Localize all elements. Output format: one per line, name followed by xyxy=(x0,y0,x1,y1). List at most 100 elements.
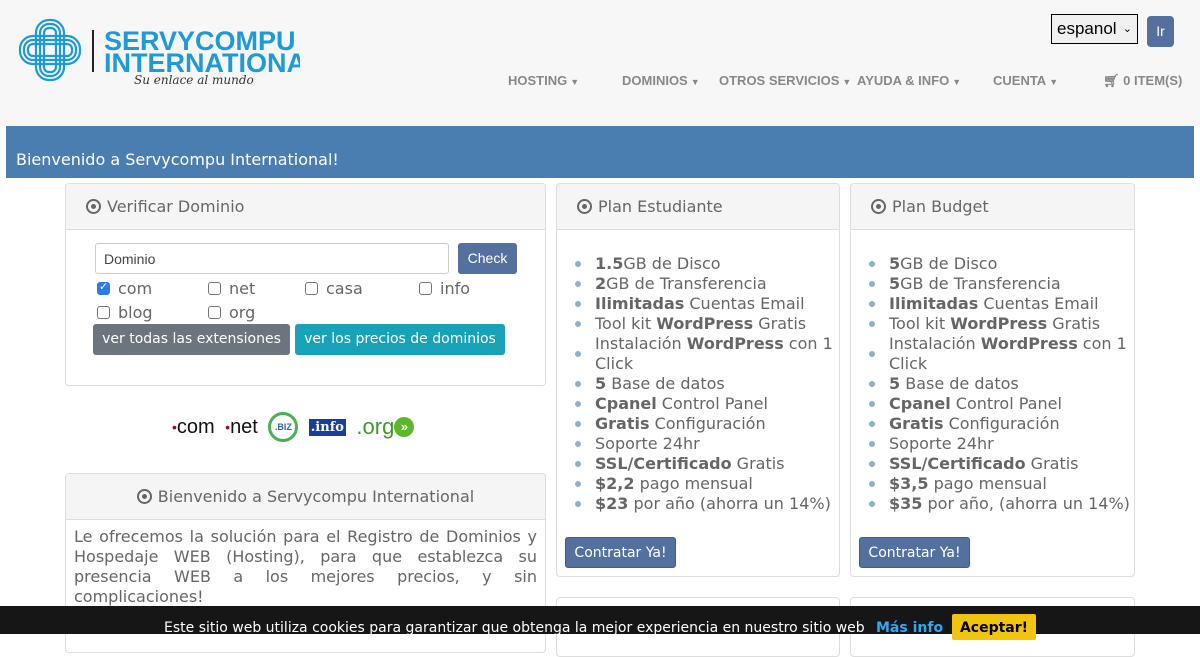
feature-post: Gratis xyxy=(731,454,785,473)
checkbox-checked[interactable] xyxy=(97,280,110,295)
feature-post: pago mensual xyxy=(634,474,753,493)
feature-item: 5 Base de datos xyxy=(869,374,1134,394)
plan-card-estudiante: Plan Estudiante 1.5GB de Disco 2GB de Tra… xyxy=(556,183,840,577)
checkbox-label: casa xyxy=(326,279,363,298)
checkbox-blog[interactable]: blog xyxy=(97,303,153,322)
feature-item: $3,5 pago mensual xyxy=(869,474,1134,494)
checkbox-casa[interactable]: casa xyxy=(305,279,363,298)
feature-post: Gratis xyxy=(1047,314,1101,333)
nav-label: DOMINIOS xyxy=(622,73,688,88)
nav-cart[interactable]: 🛒︎ 0 ITEM(S) xyxy=(1103,73,1182,89)
feature-highlight: 5 xyxy=(889,254,901,273)
cart-icon: 🛒︎ xyxy=(1103,73,1120,88)
feature-highlight: Ilimitadas xyxy=(889,294,979,313)
domain-input[interactable]: Dominio xyxy=(95,243,449,274)
tld-org-logo: .org xyxy=(356,414,395,439)
feature-item: 5 Base de datos xyxy=(575,374,839,394)
check-button[interactable]: Check xyxy=(458,243,517,274)
feature-item: Cpanel Control Panel xyxy=(869,394,1134,414)
logo[interactable]: SERVYCOMPU INTERNATIONAL Su enlace al mu… xyxy=(18,18,308,90)
nav-label: CUENTA xyxy=(993,73,1047,88)
feature-highlight: $2,2 xyxy=(595,474,635,493)
logo-tagline: Su enlace al mundo xyxy=(134,73,254,87)
contratar-button[interactable]: Contratar Ya! xyxy=(565,537,676,568)
checkbox-com[interactable]: com xyxy=(97,279,152,298)
feature-post: Gratis xyxy=(753,314,807,333)
card-header: Verificar Dominio xyxy=(66,184,545,230)
nav-otros-servicios[interactable]: OTROS SERVICIOS ▼ xyxy=(719,73,851,88)
checkbox-org[interactable]: org xyxy=(208,303,255,322)
feature-item: 5GB de Transferencia xyxy=(869,274,1134,294)
card-title: Plan Estudiante xyxy=(598,197,723,216)
feature-text: SSL/Certificado Gratis xyxy=(889,454,1079,474)
card-header: Plan Estudiante xyxy=(557,184,839,230)
feature-item: 1.5GB de Disco xyxy=(575,254,839,274)
logo-text: SERVYCOMPU xyxy=(104,26,296,56)
tld-net-logo: net xyxy=(230,415,258,438)
card-title: Verificar Dominio xyxy=(107,197,245,216)
checkbox[interactable] xyxy=(208,282,221,295)
checkbox[interactable] xyxy=(208,306,221,319)
checkbox-info[interactable]: info xyxy=(419,279,470,298)
feature-post: Base de datos xyxy=(606,374,725,393)
feature-highlight: Cpanel xyxy=(595,394,657,413)
feature-post: Control Panel xyxy=(950,394,1062,413)
checkbox-label: net xyxy=(229,279,256,298)
feature-highlight: Cpanel xyxy=(889,394,951,413)
feature-highlight: WordPress xyxy=(686,334,784,353)
caret-down-icon: ▼ xyxy=(952,77,962,87)
tld-biz-logo: .BIZ xyxy=(268,412,299,442)
go-button[interactable]: Ir xyxy=(1147,16,1174,47)
contratar-button[interactable]: Contratar Ya! xyxy=(859,537,970,568)
domain-prices-button[interactable]: ver los precios de dominios xyxy=(295,324,505,355)
feature-post: pago mensual xyxy=(928,474,1047,493)
feature-post: GB de Disco xyxy=(900,254,998,273)
nav-dominios[interactable]: DOMINIOS ▼ xyxy=(622,73,700,88)
welcome-banner: Bienvenido a Servycompu International! xyxy=(6,126,1194,178)
language-select[interactable]: espanol ⌄ xyxy=(1051,14,1138,44)
feature-pre: Soporte 24hr xyxy=(595,434,700,453)
checkbox[interactable] xyxy=(305,282,318,295)
checkbox-net[interactable]: net xyxy=(208,279,255,298)
feature-item: $23 por año (ahorra un 14%) xyxy=(575,494,839,514)
feature-post: Cuentas Email xyxy=(978,294,1099,313)
feature-text: Ilimitadas Cuentas Email xyxy=(595,294,805,314)
feature-item: $2,2 pago mensual xyxy=(575,474,839,494)
feature-item: Soporte 24hr xyxy=(869,434,1134,454)
nav-ayuda-info[interactable]: AYUDA & INFO ▼ xyxy=(857,73,961,88)
checkbox-label: blog xyxy=(118,303,153,322)
feature-text: 5 Base de datos xyxy=(889,374,1019,394)
feature-text: Instalación WordPress con 1 Click xyxy=(889,334,1134,374)
feature-highlight: Gratis xyxy=(595,414,650,433)
feature-pre: Tool kit xyxy=(595,314,657,333)
checkbox[interactable] xyxy=(97,306,110,319)
accept-cookies-button[interactable]: Aceptar! xyxy=(952,614,1036,640)
feature-text: $3,5 pago mensual xyxy=(889,474,1047,494)
feature-post: Gratis xyxy=(1025,454,1079,473)
feature-item: Gratis Configuración xyxy=(869,414,1134,434)
feature-text: 2GB de Transferencia xyxy=(595,274,767,294)
feature-highlight: WordPress xyxy=(656,314,754,333)
welcome-text: Le ofrecemos la solución para el Registr… xyxy=(74,527,537,606)
logo-divider xyxy=(92,30,94,72)
nav-hosting[interactable]: HOSTING ▼ xyxy=(508,73,579,88)
feature-highlight: 1.5 xyxy=(595,254,624,273)
feature-text: Gratis Configuración xyxy=(595,414,766,434)
nav-cuenta[interactable]: CUENTA ▼ xyxy=(993,73,1058,88)
feature-item: Cpanel Control Panel xyxy=(575,394,839,414)
all-extensions-button[interactable]: ver todas las extensiones xyxy=(93,324,290,355)
tld-com-logo: com xyxy=(176,415,215,438)
feature-highlight: SSL/Certificado xyxy=(595,454,732,473)
feature-highlight: $3,5 xyxy=(889,474,929,493)
feature-text: $23 por año (ahorra un 14%) xyxy=(595,494,831,514)
nav-label: AYUDA & INFO xyxy=(857,73,950,88)
feature-text: 5 Base de datos xyxy=(595,374,725,394)
checkbox[interactable] xyxy=(419,282,432,295)
chevron-down-icon: ⌄ xyxy=(1122,23,1132,35)
feature-text: Soporte 24hr xyxy=(595,434,700,454)
feature-text: $35 por año, (ahorra un 14%) xyxy=(889,494,1130,514)
logo-knot-icon xyxy=(18,18,82,82)
feature-post: por año (ahorra un 14%) xyxy=(628,494,831,513)
nav-label: OTROS SERVICIOS xyxy=(719,73,840,88)
feature-highlight: Gratis xyxy=(889,414,944,433)
